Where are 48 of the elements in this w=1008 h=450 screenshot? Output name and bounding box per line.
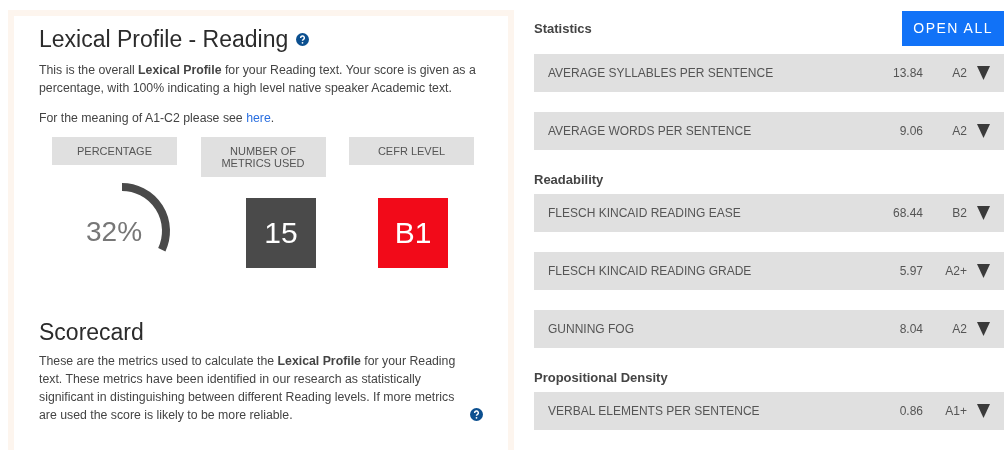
panel-title: Lexical Profile - Reading: [39, 26, 289, 53]
metric-value: 9.06: [898, 124, 923, 138]
intro-text: This is the overall Lexical Profile for your Reading text. Your score is given as a percentage, with 100% indicating a high level native speaker Academic text.: [39, 62, 477, 97]
scorecard-title: Scorecard: [39, 319, 145, 346]
metric-level: B2: [951, 206, 967, 220]
metric-value: 5.97: [898, 264, 923, 278]
metric-row[interactable]: FLESCH KINCAID READING EASE 68.44 B2: [534, 194, 1004, 232]
meaning-text: For the meaning of A1-C2 please see here.: [39, 110, 276, 127]
metric-row[interactable]: AVERAGE SYLLABLES PER SENTENCE 13.84 A2: [534, 54, 1004, 92]
metric-level: A2: [951, 66, 967, 80]
caret-icon[interactable]: [977, 206, 990, 220]
section-title: Propositional Density: [534, 370, 668, 385]
help-icon[interactable]: [470, 408, 483, 421]
metric-name: FLESCH KINCAID READING EASE: [548, 206, 742, 220]
help-icon[interactable]: [296, 33, 310, 46]
metric-name: FLESCH KINCAID READING GRADE: [548, 264, 753, 278]
caret-icon[interactable]: [977, 264, 990, 278]
caret-icon[interactable]: [977, 404, 990, 418]
section-title: Statistics: [534, 20, 592, 36]
column-header: CEFR LEVEL: [349, 137, 474, 165]
metric-value: 68.44: [891, 206, 923, 220]
section-title: Readability: [534, 172, 604, 187]
here-link[interactable]: here: [246, 111, 271, 125]
metric-name: AVERAGE SYLLABLES PER SENTENCE: [548, 66, 775, 80]
caret-icon[interactable]: [977, 66, 990, 80]
metric-level: A2+: [944, 264, 967, 278]
percentage-value: 32%: [86, 216, 143, 248]
metric-value: 0.86: [898, 404, 923, 418]
column-header: PERCENTAGE: [52, 137, 177, 165]
metric-value: 13.84: [891, 66, 923, 80]
cefr-level: B1: [378, 198, 448, 268]
metric-level: A1+: [944, 404, 967, 418]
column-header: NUMBER OF METRICS USED: [200, 137, 326, 177]
metric-row[interactable]: AVERAGE WORDS PER SENTENCE 9.06 A2: [534, 112, 1004, 150]
open-all-button[interactable]: OPEN ALL: [902, 10, 1004, 46]
metric-value: 8.04: [898, 322, 923, 336]
metric-level: A2: [951, 322, 967, 336]
metric-row[interactable]: VERBAL ELEMENTS PER SENTENCE 0.86 A1+: [534, 392, 1004, 430]
metric-name: AVERAGE WORDS PER SENTENCE: [548, 124, 753, 138]
caret-icon[interactable]: [977, 322, 990, 336]
caret-icon[interactable]: [977, 124, 990, 138]
metric-name: GUNNING FOG: [548, 322, 635, 336]
metric-level: A2: [951, 124, 967, 138]
metrics-count: 15: [246, 198, 316, 268]
metric-row[interactable]: FLESCH KINCAID READING GRADE 5.97 A2+: [534, 252, 1004, 290]
scorecard-text: These are the metrics used to calculate the Lexical Profile for your Reading text. These metrics have been identified in our research as statistically significant in distinguishing between different Reading levels. If more metrics are used the score is likely to be more reliable.: [39, 353, 457, 424]
metric-row[interactable]: GUNNING FOG 8.04 A2: [534, 310, 1004, 348]
metric-name: VERBAL ELEMENTS PER SENTENCE: [548, 404, 761, 418]
